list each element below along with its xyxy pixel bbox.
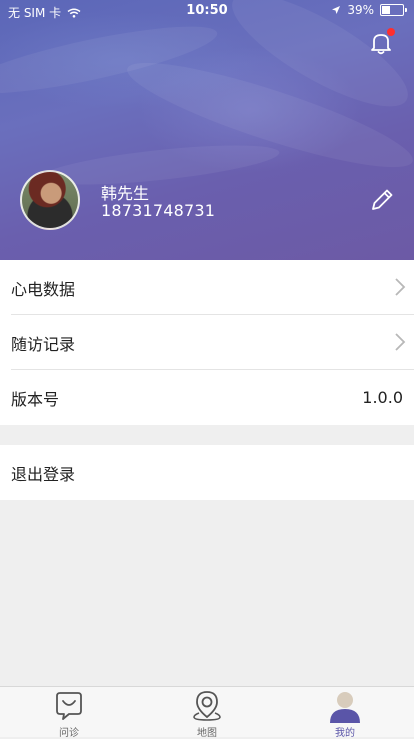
tab-map[interactable]: 地图	[138, 687, 276, 739]
tab-consult[interactable]: 问诊	[0, 687, 138, 739]
menu-item-version: 版本号 1.0.0	[0, 370, 414, 425]
menu-item-label: 随访记录	[11, 334, 76, 354]
settings-list: 心电数据 随访记录 版本号 1.0.0	[0, 260, 414, 425]
tab-label: 问诊	[59, 728, 79, 739]
tab-mine[interactable]: 我的	[276, 687, 414, 739]
edit-pencil-icon[interactable]	[368, 186, 396, 214]
version-value: 1.0.0	[362, 388, 403, 407]
menu-item-ecg-data[interactable]: 心电数据	[0, 260, 414, 315]
logout-button[interactable]: 退出登录	[0, 445, 414, 500]
avatar[interactable]	[20, 170, 80, 230]
menu-item-label: 心电数据	[11, 279, 76, 299]
logout-label: 退出登录	[11, 464, 76, 484]
map-pin-icon	[193, 691, 221, 721]
notification-badge	[387, 28, 395, 36]
chat-icon	[56, 692, 82, 720]
chevron-right-icon	[395, 333, 406, 351]
profile-header: 无 SIM 卡 10:50 39% 韩先生 18731748731	[0, 0, 414, 260]
menu-item-label: 版本号	[11, 389, 60, 409]
chevron-right-icon	[395, 278, 406, 296]
user-phone: 18731748731	[101, 201, 216, 220]
profile-icon	[330, 692, 360, 723]
battery-icon	[380, 4, 407, 16]
battery-percent: 39%	[347, 3, 374, 17]
logout-section: 退出登录	[0, 445, 414, 500]
tab-bar: 问诊 地图 我的	[0, 686, 414, 739]
menu-item-followup-records[interactable]: 随访记录	[0, 315, 414, 370]
tab-label: 我的	[335, 728, 355, 739]
tab-label: 地图	[197, 728, 217, 739]
status-bar: 无 SIM 卡 10:50 39%	[0, 0, 414, 22]
location-arrow-icon	[332, 6, 341, 14]
